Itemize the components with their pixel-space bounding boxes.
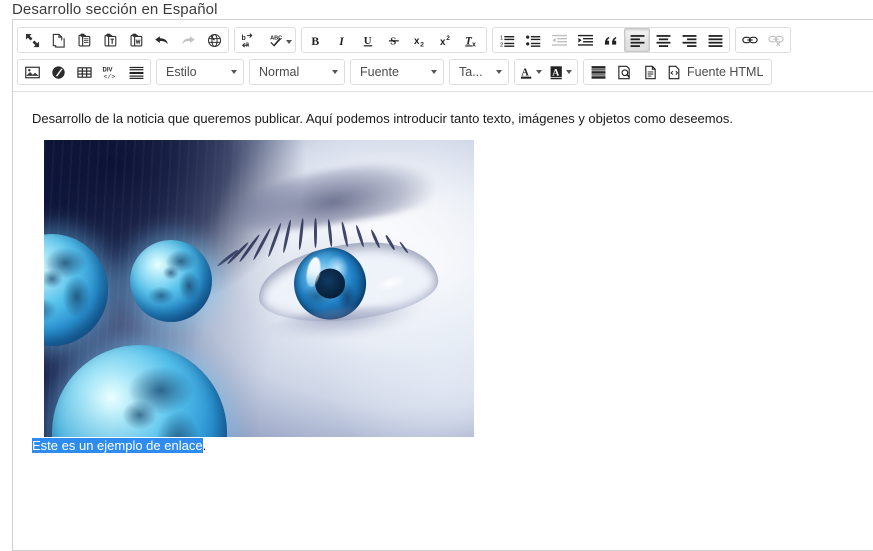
toolbar-group-tools: Fuente HTML xyxy=(583,59,773,85)
toolbar-row-1: b a ABC B I U S x 2 x 2 T x 1 2 xyxy=(15,24,873,56)
toolbar-group-clipboard xyxy=(17,27,229,53)
html-source-label: Fuente HTML xyxy=(687,65,764,79)
toolbar-group-spelling: b a ABC xyxy=(234,27,296,53)
link-button[interactable] xyxy=(737,28,763,52)
horizontal-rule-button[interactable] xyxy=(123,60,149,84)
toolbar-group-links xyxy=(735,27,791,53)
redo-button[interactable] xyxy=(175,28,201,52)
svg-text:2: 2 xyxy=(420,41,424,48)
toolbar-group-insert: DIV </> xyxy=(17,59,151,85)
templates-button[interactable] xyxy=(637,60,663,84)
toolbar-group-basic-styles: B I U S x 2 x 2 T x xyxy=(301,27,487,53)
format-select-label: Normal xyxy=(259,65,300,79)
inserted-image[interactable] xyxy=(44,139,474,437)
font-select[interactable]: Fuente xyxy=(350,59,444,85)
browse-server-button[interactable] xyxy=(201,28,227,52)
svg-text:x: x xyxy=(472,41,476,48)
toolbar-row-2: DIV </> Estilo Normal Fuente Ta... A A F… xyxy=(15,56,873,88)
create-div-button[interactable]: DIV </> xyxy=(97,60,123,84)
svg-text:U: U xyxy=(364,34,372,46)
svg-text:2: 2 xyxy=(446,34,450,41)
size-select-label: Ta... xyxy=(459,65,483,79)
copy-button[interactable] xyxy=(45,28,71,52)
chevron-down-icon xyxy=(431,70,437,74)
font-select-label: Fuente xyxy=(360,65,399,79)
style-select[interactable]: Estilo xyxy=(156,59,244,85)
strikethrough-button[interactable]: S xyxy=(381,28,407,52)
format-select[interactable]: Normal xyxy=(249,59,345,85)
toolbar-group-colors: A A xyxy=(514,59,578,85)
selected-link-text[interactable]: Este es un ejemplo de enlace xyxy=(32,437,203,453)
undo-button[interactable] xyxy=(149,28,175,52)
paste-as-text-button[interactable] xyxy=(97,28,123,52)
spellcheck-button[interactable]: ABC xyxy=(262,28,294,52)
size-select[interactable]: Ta... xyxy=(449,59,509,85)
justify-button[interactable] xyxy=(702,28,728,52)
chevron-down-icon xyxy=(566,70,572,74)
bulleted-list-button[interactable] xyxy=(520,28,546,52)
svg-text:a: a xyxy=(245,41,249,48)
image-vignette xyxy=(44,139,474,437)
show-blocks-button[interactable] xyxy=(585,60,611,84)
unlink-button[interactable] xyxy=(763,28,789,52)
paste-button[interactable] xyxy=(71,28,97,52)
chevron-down-icon xyxy=(332,70,338,74)
svg-text:DIV: DIV xyxy=(103,67,113,73)
rich-text-editor: b a ABC B I U S x 2 x 2 T x 1 2 DIV </> … xyxy=(12,19,873,551)
blockquote-button[interactable] xyxy=(598,28,624,52)
underline-button[interactable]: U xyxy=(355,28,381,52)
toolbar-group-paragraph: 1 2 xyxy=(492,27,730,53)
increase-indent-button[interactable] xyxy=(572,28,598,52)
decrease-indent-button[interactable] xyxy=(546,28,572,52)
remove-format-button[interactable]: T x xyxy=(459,28,485,52)
svg-text:S: S xyxy=(390,35,396,47)
replace-button[interactable]: b a xyxy=(236,28,262,52)
link-paragraph: Este es un ejemplo de enlace. xyxy=(32,437,873,456)
editor-body[interactable]: Desarrollo de la noticia que queremos pu… xyxy=(13,92,873,522)
insert-image-button[interactable] xyxy=(19,60,45,84)
italic-button[interactable]: I xyxy=(329,28,355,52)
style-select-label: Estilo xyxy=(166,65,197,79)
background-color-button[interactable]: A xyxy=(546,60,576,84)
svg-text:B: B xyxy=(311,34,319,47)
chevron-down-icon xyxy=(286,40,292,44)
svg-text:2: 2 xyxy=(500,42,503,48)
numbered-list-button[interactable]: 1 2 xyxy=(494,28,520,52)
maximize-button[interactable] xyxy=(19,28,45,52)
text-color-button[interactable]: A xyxy=(516,60,546,84)
insert-flash-button[interactable] xyxy=(45,60,71,84)
editor-toolbar: b a ABC B I U S x 2 x 2 T x 1 2 DIV </> … xyxy=(13,20,873,92)
superscript-button[interactable]: x 2 xyxy=(433,28,459,52)
preview-button[interactable] xyxy=(611,60,637,84)
svg-text:A: A xyxy=(552,67,559,78)
align-left-button[interactable] xyxy=(624,28,650,52)
html-source-button[interactable]: Fuente HTML xyxy=(663,60,770,84)
content-paragraph: Desarrollo de la noticia que queremos pu… xyxy=(32,111,733,126)
chevron-down-icon xyxy=(496,70,502,74)
svg-text:I: I xyxy=(338,34,344,47)
bold-button[interactable]: B xyxy=(303,28,329,52)
align-right-button[interactable] xyxy=(676,28,702,52)
align-center-button[interactable] xyxy=(650,28,676,52)
svg-text:x: x xyxy=(413,35,419,46)
link-trailing-text: . xyxy=(202,437,207,453)
subscript-button[interactable]: x 2 xyxy=(407,28,433,52)
paste-from-word-button[interactable] xyxy=(123,28,149,52)
chevron-down-icon xyxy=(231,70,237,74)
svg-text:1: 1 xyxy=(500,35,503,41)
chevron-down-icon xyxy=(536,70,542,74)
svg-text:</>: </> xyxy=(103,73,115,79)
insert-table-button[interactable] xyxy=(71,60,97,84)
svg-text:x: x xyxy=(439,36,445,47)
page-title: Desarrollo sección en Español xyxy=(12,1,218,18)
